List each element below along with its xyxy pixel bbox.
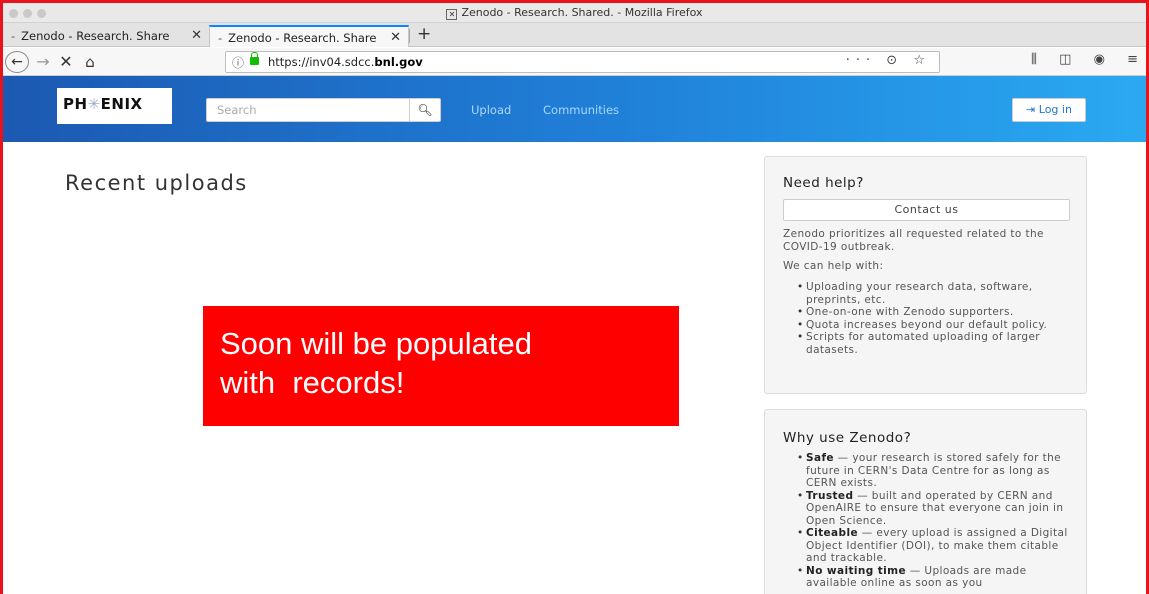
phenix-logo[interactable]: PH✳ENIX: [57, 88, 172, 124]
upload-link[interactable]: Upload: [471, 103, 511, 117]
login-button[interactable]: ⇥ Log in: [1012, 98, 1086, 122]
search-button[interactable]: 🔍︎: [409, 98, 441, 122]
new-tab-icon[interactable]: +: [417, 24, 431, 44]
extension-icon[interactable]: ◉: [1094, 52, 1105, 67]
back-arrow-icon[interactable]: ←: [5, 51, 29, 73]
help-intro: We can help with:: [783, 260, 884, 272]
toolbar-icons: ⫼ ◫ ◉ ≡: [1013, 52, 1138, 67]
page-title: Recent uploads: [65, 171, 248, 195]
tab-favicon-icon: -: [11, 29, 16, 43]
need-help-title: Need help?: [783, 175, 864, 191]
tab-strip: - Zenodo - Research. Share ✕ - Zenodo - Re…: [3, 23, 1146, 47]
populate-banner: Soon will be populated with records!: [203, 306, 679, 426]
url-bar[interactable]: ⓘ https://inv04.sdcc.bnl.gov ··· ⊙ ☆: [225, 51, 940, 73]
need-help-panel: Need help? Contact us Zenodo prioritizes…: [764, 156, 1087, 394]
tab-zenodo-2[interactable]: - Zenodo - Research. Share ✕: [209, 25, 409, 47]
why-zenodo-panel: Why use Zenodo? Safe — your research is …: [764, 409, 1087, 594]
list-item: One-on-one with Zenodo supporters.: [797, 306, 1070, 319]
communities-link[interactable]: Communities: [543, 103, 619, 117]
why-zenodo-title: Why use Zenodo?: [783, 430, 912, 446]
window-app-icon: ✕: [446, 9, 458, 20]
sidebar-icon[interactable]: ◫: [1059, 52, 1071, 67]
home-icon[interactable]: ⌂: [79, 51, 101, 73]
info-icon[interactable]: ⓘ: [232, 54, 244, 71]
tab-zenodo-1[interactable]: - Zenodo - Research. Share ✕: [3, 25, 209, 47]
covid-notice: Zenodo prioritizes all requested related…: [783, 228, 1044, 253]
stop-icon[interactable]: ✕: [55, 51, 77, 73]
contact-us-button[interactable]: Contact us: [783, 199, 1070, 221]
window-title: ✕ Zenodo - Research. Shared. - Mozilla Fi…: [3, 6, 1146, 20]
site-header: PH✳ENIX Search 🔍︎ Upload Communities ⇥ L…: [3, 76, 1146, 142]
list-item: Scripts for automated uploading of large…: [797, 331, 1070, 356]
lock-icon[interactable]: [250, 52, 259, 65]
why-list: Safe — your research is stored safely fo…: [783, 452, 1070, 590]
forward-arrow-icon[interactable]: →: [33, 51, 53, 73]
tab-favicon-icon: -: [218, 31, 223, 45]
menu-icon[interactable]: ≡: [1127, 52, 1138, 67]
tab-close-icon[interactable]: ✕: [191, 28, 202, 43]
screen-frame: ✕ Zenodo - Research. Shared. - Mozilla Fi…: [0, 0, 1149, 594]
search-icon: 🔍︎: [417, 103, 433, 117]
list-item: Quota increases beyond our default polic…: [797, 319, 1070, 332]
url-text[interactable]: https://inv04.sdcc.bnl.gov: [268, 55, 423, 69]
tab-separator: [409, 29, 410, 43]
login-icon: ⇥: [1026, 103, 1036, 116]
help-list: Uploading your research data, software, …: [783, 281, 1070, 356]
list-item: Citeable — every upload is assigned a Di…: [797, 527, 1070, 565]
window-titlebar: ✕ Zenodo - Research. Shared. - Mozilla Fi…: [3, 3, 1146, 23]
list-item: Safe — your research is stored safely fo…: [797, 452, 1070, 490]
tab-close-icon[interactable]: ✕: [390, 30, 401, 45]
list-item: Trusted — built and operated by CERN and…: [797, 490, 1070, 528]
page-actions-icon[interactable]: ··· ⊙ ☆: [846, 53, 931, 68]
library-icon[interactable]: ⫼: [1031, 52, 1037, 67]
list-item: Uploading your research data, software, …: [797, 281, 1070, 306]
search-input[interactable]: Search: [206, 98, 411, 122]
tab-label: Zenodo - Research. Share: [21, 29, 170, 43]
list-item: No waiting time — Uploads are made avail…: [797, 565, 1070, 590]
tab-label: Zenodo - Research. Share: [228, 31, 377, 45]
navigation-bar: ← → ✕ ⌂ ⓘ https://inv04.sdcc.bnl.gov ···…: [3, 48, 1146, 76]
